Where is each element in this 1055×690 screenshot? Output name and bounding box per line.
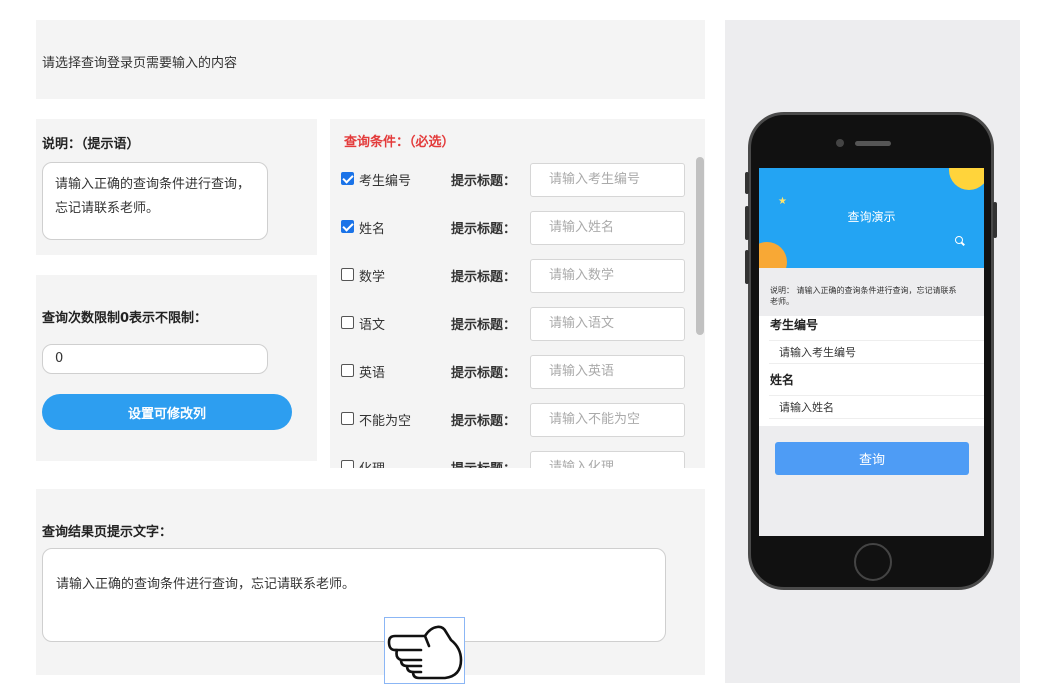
condition-hint-label: 提示标题： xyxy=(451,174,517,189)
preview-field-label: 考生编号 xyxy=(770,318,819,332)
condition-checkbox[interactable] xyxy=(341,316,354,329)
condition-checkbox[interactable] xyxy=(341,172,354,185)
condition-hint-input[interactable]: 请输入化理 xyxy=(530,451,685,468)
condition-row: 考生编号 提示标题： 请输入考生编号 xyxy=(330,163,692,211)
condition-hint-label: 提示标题： xyxy=(451,270,517,285)
condition-hint-input[interactable]: 请输入语文 xyxy=(530,307,685,341)
preview-field-input[interactable]: 请输入姓名 xyxy=(769,395,984,419)
condition-checkbox[interactable] xyxy=(341,364,354,377)
condition-list: 考生编号 提示标题： 请输入考生编号 姓名 提示标题： 请输入姓名 数学 提示标题： 请输入数学… xyxy=(330,163,692,468)
condition-hint-label: 提示标题： xyxy=(451,222,517,237)
phone-side-button xyxy=(993,202,997,238)
condition-scrollbar-thumb[interactable] xyxy=(696,157,704,335)
condition-hint-input[interactable]: 请输入不能为空 xyxy=(530,403,685,437)
condition-row: 姓名 提示标题： 请输入姓名 xyxy=(330,211,692,259)
phone-side-button xyxy=(745,172,749,194)
decor-circle xyxy=(949,168,984,190)
condition-checkbox[interactable] xyxy=(341,460,354,468)
condition-name: 化理 xyxy=(359,458,385,468)
condition-name: 英语 xyxy=(359,366,386,381)
condition-checkbox[interactable] xyxy=(341,220,354,233)
query-conditions-panel: 查询条件：（必选） 考生编号 提示标题： 请输入考生编号 姓名 提示标题： 请输入姓名 数学… xyxy=(330,119,705,468)
search-icon[interactable] xyxy=(955,236,963,244)
phone-speaker xyxy=(855,141,891,146)
preview-title: 查询演示 xyxy=(847,210,896,224)
condition-name: 数学 xyxy=(359,270,386,285)
preview-query-button[interactable]: 查询 xyxy=(775,442,969,475)
hand-pointer-icon xyxy=(384,617,465,684)
condition-name: 姓名 xyxy=(359,222,386,237)
phone-side-button xyxy=(745,206,749,240)
query-limit-input[interactable]: 0 xyxy=(42,344,268,374)
condition-row: 数学 提示标题： 请输入数学 xyxy=(330,259,692,307)
instruction-text: 请选择查询登录页需要输入的内容 xyxy=(42,56,238,71)
set-editable-columns-button[interactable]: 设置可修改列 xyxy=(42,394,292,430)
condition-row: 不能为空 提示标题： 请输入不能为空 xyxy=(330,403,692,451)
condition-row: 化理 提示标题： 请输入化理 xyxy=(330,451,692,468)
condition-hint-input[interactable]: 请输入英语 xyxy=(530,355,685,389)
condition-hint-input[interactable]: 请输入数学 xyxy=(530,259,685,293)
preview-header: ★ 查询演示 xyxy=(759,168,984,268)
condition-name: 考生编号 xyxy=(359,174,412,189)
phone-side-button xyxy=(745,250,749,284)
condition-hint-label: 提示标题： xyxy=(451,366,517,381)
preview-field-label: 姓名 xyxy=(770,373,795,387)
star-icon: ★ xyxy=(778,196,787,207)
condition-hint-label: 提示标题： xyxy=(451,318,517,333)
result-hint-panel: 查询结果页提示文字： 请输入正确的查询条件进行查询，忘记请联系老师。 xyxy=(36,489,705,684)
preview-note: 说明： 请输入正确的查询条件进行查询，忘记请联系老师。 xyxy=(770,286,957,306)
page: 请选择查询登录页需要输入的内容 说明：（提示语） 请输入正确的查询条件进行查询，… xyxy=(0,0,1055,690)
query-limit-panel: 查询次数限制0表示不限制： 0 设置可修改列 xyxy=(36,275,317,461)
phone-camera xyxy=(836,139,844,147)
result-hint-text: 请输入正确的查询条件进行查询，忘记请联系老师。 xyxy=(56,577,356,592)
query-conditions-title: 查询条件：（必选） xyxy=(344,135,455,150)
phone-screen: ★ 查询演示 说明： 请输入正确的查询条件进行查询，忘记请联系老师。 考生编号 … xyxy=(759,168,984,536)
condition-row: 语文 提示标题： 请输入语文 xyxy=(330,307,692,355)
condition-name: 语文 xyxy=(359,318,386,333)
condition-hint-label: 提示标题： xyxy=(451,414,517,429)
description-textarea[interactable]: 请输入正确的查询条件进行查询，忘记请联系老师。 xyxy=(42,162,268,240)
phone-home-button xyxy=(854,543,892,581)
condition-hint-label: 提示标题： xyxy=(451,458,516,468)
query-limit-title: 查询次数限制0表示不限制： xyxy=(42,311,208,326)
condition-checkbox[interactable] xyxy=(341,412,354,425)
condition-checkbox[interactable] xyxy=(341,268,354,281)
result-hint-textarea[interactable]: 请输入正确的查询条件进行查询，忘记请联系老师。 xyxy=(42,548,666,684)
instruction-panel: 请选择查询登录页需要输入的内容 xyxy=(36,20,705,99)
preview-field-input[interactable]: 请输入考生编号 xyxy=(769,340,984,364)
description-title: 说明：（提示语） xyxy=(42,137,140,152)
result-hint-title: 查询结果页提示文字： xyxy=(42,525,173,540)
description-panel: 说明：（提示语） 请输入正确的查询条件进行查询，忘记请联系老师。 xyxy=(36,119,317,255)
condition-hint-input[interactable]: 请输入姓名 xyxy=(530,211,685,245)
condition-hint-input[interactable]: 请输入考生编号 xyxy=(530,163,685,197)
decor-circle xyxy=(759,242,787,268)
condition-name: 不能为空 xyxy=(359,414,412,429)
condition-row: 英语 提示标题： 请输入英语 xyxy=(330,355,692,403)
